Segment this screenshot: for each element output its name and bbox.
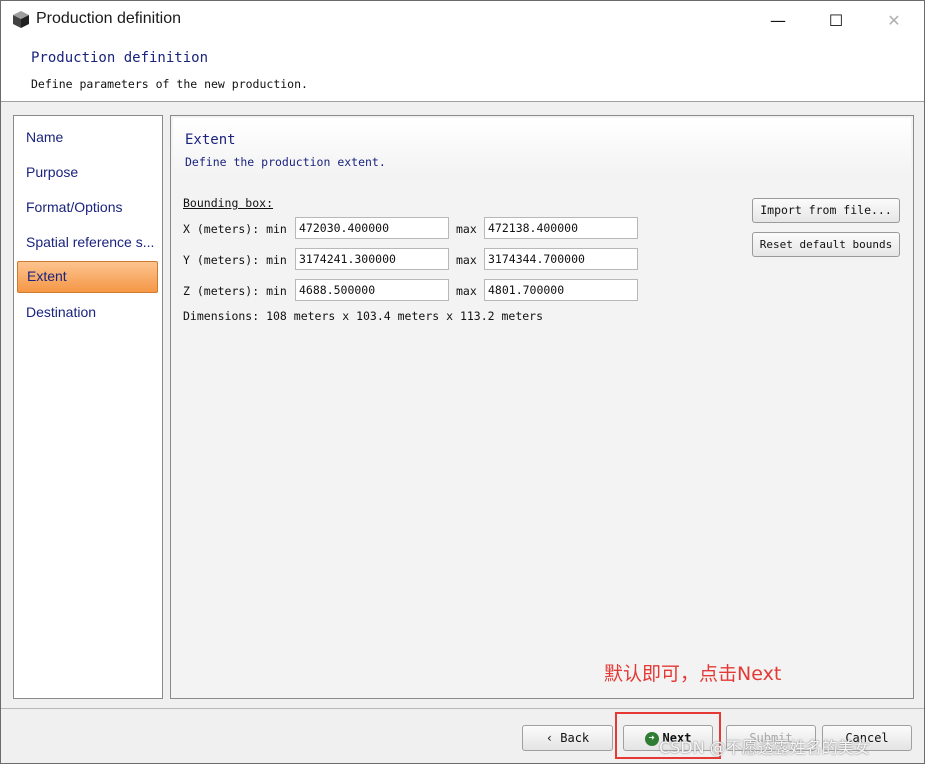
watermark-text: CSDN @不愿透露姓名的美女 <box>659 738 870 757</box>
panel-subtitle: Define the production extent. <box>185 155 386 169</box>
wizard-steps-sidebar: Name Purpose Format/Options Spatial refe… <box>13 115 163 699</box>
close-button[interactable]: ✕ <box>871 1 917 39</box>
dimensions-text: Dimensions: 108 meters x 103.4 meters x … <box>183 309 544 323</box>
sidebar-item-purpose[interactable]: Purpose <box>17 157 158 187</box>
header-subtitle: Define parameters of the new production. <box>31 77 308 91</box>
panel-title: Extent <box>185 132 236 148</box>
y-min-field[interactable]: 3174241.300000 <box>295 248 449 270</box>
annotation-note: 默认即可，点击Next <box>604 663 782 685</box>
panel-header: Extent Define the production extent. <box>173 118 911 176</box>
x-row-label: X (meters): min <box>183 222 287 236</box>
z-max-field[interactable]: 4801.700000 <box>484 279 638 301</box>
close-icon: ✕ <box>887 10 901 30</box>
sidebar-item-format-options[interactable]: Format/Options <box>17 192 158 222</box>
extent-panel: Extent Define the production extent. Bou… <box>170 115 914 699</box>
minimize-icon: — <box>770 10 786 30</box>
app-cube-icon <box>13 11 29 28</box>
sidebar-item-spatial-reference[interactable]: Spatial reference s... <box>17 227 158 257</box>
sidebar-item-extent[interactable]: Extent <box>17 261 158 293</box>
footer-divider <box>1 708 924 709</box>
sidebar-item-name[interactable]: Name <box>17 122 158 152</box>
reset-default-bounds-button[interactable]: Reset default bounds <box>752 232 900 257</box>
y-max-field[interactable]: 3174344.700000 <box>484 248 638 270</box>
import-from-file-button[interactable]: Import from file... <box>752 198 900 223</box>
y-row-label: Y (meters): min <box>183 253 287 267</box>
header-title: Production definition <box>31 50 209 66</box>
minimize-button[interactable]: — <box>755 1 801 39</box>
window-title: Production definition <box>36 10 181 27</box>
x-max-field[interactable]: 472138.400000 <box>484 217 638 239</box>
wizard-header: Production definition Define parameters … <box>1 39 924 102</box>
x-min-field[interactable]: 472030.400000 <box>295 217 449 239</box>
sidebar-item-destination[interactable]: Destination <box>17 297 158 327</box>
z-min-field[interactable]: 4688.500000 <box>295 279 449 301</box>
x-max-label: max <box>456 222 477 236</box>
z-max-label: max <box>456 284 477 298</box>
z-row-label: Z (meters): min <box>183 284 287 298</box>
back-button[interactable]: ‹ Back <box>522 725 613 751</box>
production-definition-window: Production definition — ☐ ✕ Production d… <box>0 0 925 764</box>
bounding-box-label: Bounding box: <box>183 196 274 210</box>
maximize-icon: ☐ <box>828 10 844 30</box>
maximize-button[interactable]: ☐ <box>813 1 859 39</box>
y-max-label: max <box>456 253 477 267</box>
title-bar: Production definition — ☐ ✕ <box>1 1 924 39</box>
